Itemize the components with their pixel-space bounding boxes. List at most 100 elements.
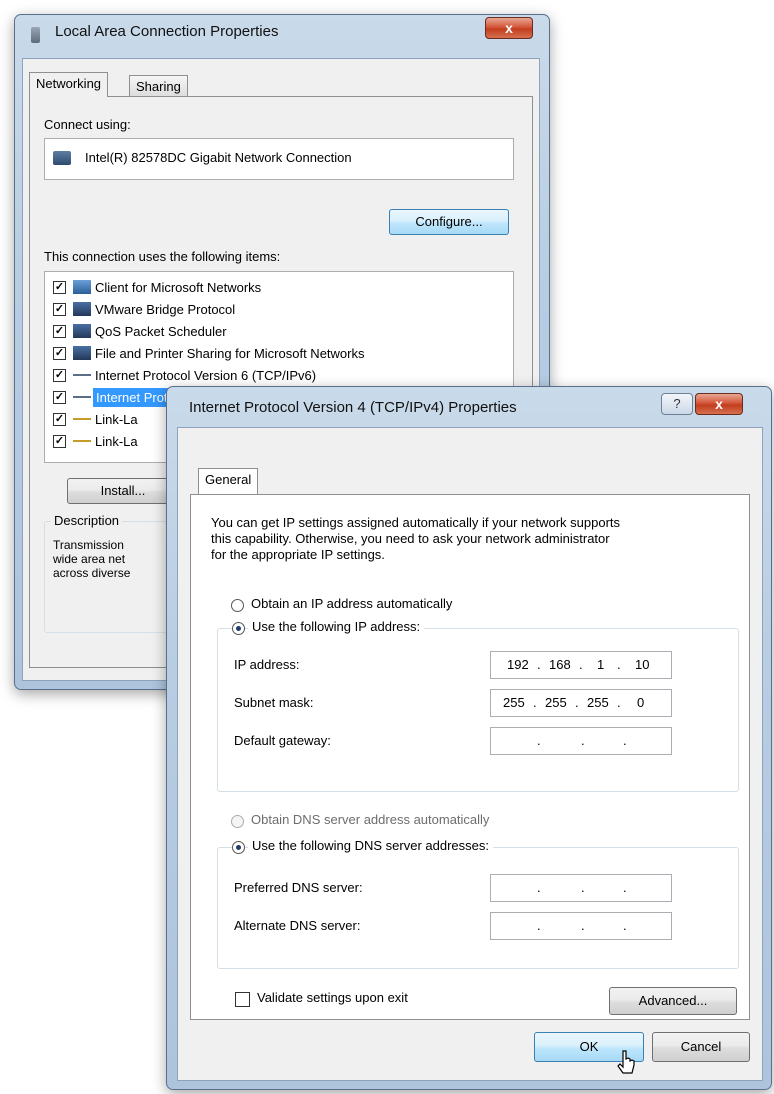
item-label: VMware Bridge Protocol bbox=[95, 302, 236, 317]
octet: 192 bbox=[507, 657, 529, 672]
tab-general[interactable]: General bbox=[198, 468, 259, 494]
general-tab-panel: You can get IP settings assigned automat… bbox=[190, 494, 750, 1020]
item-label: QoS Packet Scheduler bbox=[95, 324, 227, 339]
octet: 1 bbox=[597, 657, 605, 672]
list-item[interactable]: ✓ VMware Bridge Protocol bbox=[45, 300, 505, 320]
dot: . bbox=[537, 733, 541, 748]
dot: . bbox=[537, 657, 541, 672]
adapter-name: Intel(R) 82578DC Gigabit Network Connect… bbox=[85, 150, 352, 165]
item-checkbox[interactable]: ✓ bbox=[53, 347, 66, 360]
tab-sharing[interactable]: Sharing bbox=[129, 75, 188, 97]
use-following-dns-radio[interactable] bbox=[232, 841, 245, 854]
item-label: Internet Protocol Version 6 (TCP/IPv6) bbox=[95, 368, 317, 383]
configure-button[interactable]: Configure... bbox=[389, 209, 509, 235]
obtain-ip-auto-label: Obtain an IP address automatically bbox=[251, 596, 453, 611]
item-checkbox[interactable]: ✓ bbox=[53, 325, 66, 338]
use-following-ip-radio[interactable] bbox=[232, 622, 245, 635]
dot: . bbox=[579, 657, 583, 672]
tab-networking[interactable]: Networking bbox=[29, 72, 109, 97]
item-checkbox[interactable]: ✓ bbox=[53, 303, 66, 316]
ip-address-label: IP address: bbox=[234, 657, 300, 672]
ipv4-properties-window: Internet Protocol Version 4 (TCP/IPv4) P… bbox=[166, 386, 772, 1090]
octet: 255 bbox=[587, 695, 609, 710]
item-checkbox[interactable]: ✓ bbox=[53, 281, 66, 294]
subnet-mask-input[interactable]: 255 . 255 . 255 . 0 bbox=[490, 689, 672, 717]
description-legend: Description bbox=[51, 513, 123, 528]
dot: . bbox=[575, 695, 579, 710]
ipv4-titlebar[interactable]: Internet Protocol Version 4 (TCP/IPv4) P… bbox=[167, 387, 771, 421]
octet: 255 bbox=[503, 695, 525, 710]
connect-using-label: Connect using: bbox=[44, 117, 131, 132]
protocol-icon bbox=[73, 440, 91, 442]
static-dns-group: Use the following DNS server addresses: … bbox=[217, 838, 739, 969]
item-checkbox[interactable]: ✓ bbox=[53, 435, 66, 448]
intro-line: You can get IP settings assigned automat… bbox=[211, 515, 621, 530]
lac-titlebar[interactable]: Local Area Connection Properties x bbox=[15, 15, 549, 49]
item-checkbox[interactable]: ✓ bbox=[53, 391, 66, 404]
octet: 168 bbox=[549, 657, 571, 672]
network-adapter-icon bbox=[31, 27, 40, 43]
service-icon bbox=[73, 346, 91, 360]
octet: 255 bbox=[545, 695, 567, 710]
mouse-cursor-icon bbox=[617, 1050, 635, 1074]
ipv4-client-area: General You can get IP settings assigned… bbox=[177, 427, 763, 1081]
advanced-button[interactable]: Advanced... bbox=[609, 987, 737, 1015]
preferred-dns-label: Preferred DNS server: bbox=[234, 880, 363, 895]
lac-close-button[interactable]: x bbox=[485, 17, 533, 39]
network-client-icon bbox=[73, 280, 91, 294]
static-ip-group: Use the following IP address: IP address… bbox=[217, 619, 739, 792]
default-gateway-input[interactable]: . . . bbox=[490, 727, 672, 755]
network-card-icon bbox=[53, 151, 71, 165]
protocol-icon bbox=[73, 374, 91, 376]
item-label: Client for Microsoft Networks bbox=[95, 280, 262, 295]
dot: . bbox=[623, 880, 627, 895]
protocol-icon bbox=[73, 418, 91, 420]
dot: . bbox=[537, 880, 541, 895]
dot: . bbox=[623, 733, 627, 748]
ipv4-title: Internet Protocol Version 4 (TCP/IPv4) P… bbox=[189, 399, 517, 416]
default-gateway-label: Default gateway: bbox=[234, 733, 331, 748]
help-button[interactable]: ? bbox=[661, 393, 693, 415]
ip-address-input[interactable]: 192 . 168 . 1 . 10 bbox=[490, 651, 672, 679]
item-label: Link-La bbox=[95, 412, 138, 427]
description-line: across diverse bbox=[53, 566, 131, 580]
subnet-mask-label: Subnet mask: bbox=[234, 695, 314, 710]
obtain-dns-auto-radio[interactable] bbox=[231, 815, 244, 828]
validate-checkbox[interactable] bbox=[235, 992, 250, 1007]
intro-line: this capability. Otherwise, you need to … bbox=[211, 531, 610, 546]
service-icon bbox=[73, 324, 91, 338]
dot: . bbox=[537, 918, 541, 933]
item-checkbox[interactable]: ✓ bbox=[53, 413, 66, 426]
item-label: File and Printer Sharing for Microsoft N… bbox=[95, 346, 365, 361]
dot: . bbox=[581, 880, 585, 895]
protocol-icon bbox=[73, 396, 91, 398]
item-checkbox[interactable]: ✓ bbox=[53, 369, 66, 382]
alternate-dns-input[interactable]: . . . bbox=[490, 912, 672, 940]
items-list-label: This connection uses the following items… bbox=[44, 249, 281, 264]
obtain-dns-auto-label: Obtain DNS server address automatically bbox=[251, 812, 490, 827]
obtain-ip-auto-radio[interactable] bbox=[231, 599, 244, 612]
alternate-dns-label: Alternate DNS server: bbox=[234, 918, 361, 933]
lac-title: Local Area Connection Properties bbox=[55, 23, 279, 40]
octet: 10 bbox=[635, 657, 650, 672]
list-item[interactable]: ✓ Internet Protocol Version 6 (TCP/IPv6) bbox=[45, 366, 505, 386]
dot: . bbox=[623, 918, 627, 933]
install-button[interactable]: Install... bbox=[67, 478, 179, 504]
validate-label: Validate settings upon exit bbox=[257, 990, 408, 1005]
list-item[interactable]: ✓ Client for Microsoft Networks bbox=[45, 278, 505, 298]
preferred-dns-input[interactable]: . . . bbox=[490, 874, 672, 902]
dot: . bbox=[617, 695, 621, 710]
dot: . bbox=[581, 918, 585, 933]
octet: 0 bbox=[637, 695, 645, 710]
adapter-box: Intel(R) 82578DC Gigabit Network Connect… bbox=[44, 138, 514, 180]
cancel-button[interactable]: Cancel bbox=[652, 1032, 750, 1062]
intro-line: for the appropriate IP settings. bbox=[211, 547, 385, 562]
use-following-dns-label: Use the following DNS server addresses: bbox=[248, 838, 493, 853]
list-item[interactable]: ✓ File and Printer Sharing for Microsoft… bbox=[45, 344, 505, 364]
description-line: Transmission bbox=[53, 538, 124, 552]
item-label: Link-La bbox=[95, 434, 138, 449]
use-following-ip-label: Use the following IP address: bbox=[248, 619, 425, 634]
list-item[interactable]: ✓ QoS Packet Scheduler bbox=[45, 322, 505, 342]
description-line: wide area net bbox=[53, 552, 126, 566]
ipv4-close-button[interactable]: x bbox=[695, 393, 743, 415]
